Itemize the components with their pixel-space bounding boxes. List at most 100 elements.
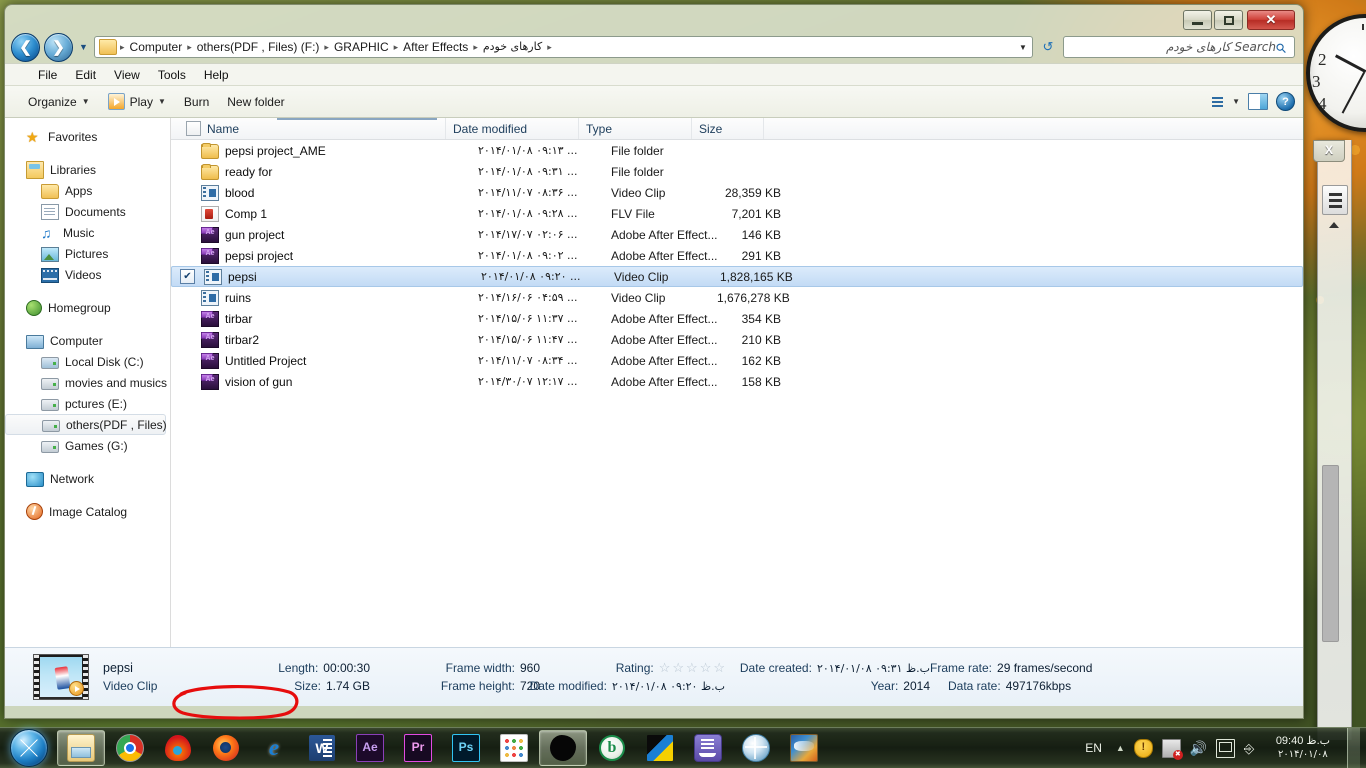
- refresh-icon[interactable]: ↺: [1037, 35, 1059, 59]
- table-row[interactable]: ruins ۲۰۱۴/۱۶/۰۶ ۰۴:۵۹ ... Video Clip 1,676…: [171, 287, 1303, 308]
- taskbar-button-adobe-after-effects[interactable]: Ae: [347, 731, 393, 765]
- breadcrumb[interactable]: ▸ Computer ▸ others(PDF , Files) (F:) ▸ …: [94, 36, 1033, 58]
- table-row[interactable]: ready for ۲۰۱۴/۰۱/۰۸ ۰۹:۳۱ ... File folder: [171, 161, 1303, 182]
- file-name-cell[interactable]: pepsi: [199, 268, 474, 285]
- gadget-scrollbar-thumb[interactable]: [1322, 465, 1339, 642]
- network-icon[interactable]: [1161, 738, 1183, 760]
- menu-edit[interactable]: Edit: [66, 66, 105, 84]
- rating-stars[interactable]: ☆ ☆ ☆ ☆ ☆: [659, 660, 725, 676]
- column-header-name[interactable]: Name: [171, 118, 446, 139]
- close-button[interactable]: ✕: [1247, 10, 1295, 30]
- chevron-down-icon[interactable]: ▼: [1016, 43, 1030, 52]
- column-header-type[interactable]: Type: [579, 118, 692, 139]
- table-row[interactable]: ✔ pepsi ۲۰۱۴/۰۱/۰۸ ۰۹:۲۰ ... Video Clip 1,82…: [171, 266, 1303, 287]
- taskbar-button-maxthon[interactable]: [155, 731, 201, 765]
- minimize-button[interactable]: [1183, 10, 1212, 30]
- help-icon[interactable]: ?: [1276, 92, 1295, 111]
- file-name-cell[interactable]: Comp 1: [196, 205, 471, 222]
- window-titlebar[interactable]: ✕: [5, 5, 1303, 31]
- sidebar-item-pctures-e[interactable]: pctures (E:): [5, 393, 170, 414]
- taskbar-button-google-chrome[interactable]: [107, 731, 153, 765]
- select-all-checkbox[interactable]: [186, 121, 201, 136]
- taskbar-button-adobe-premiere[interactable]: Pr: [395, 731, 441, 765]
- language-indicator[interactable]: EN: [1080, 739, 1107, 757]
- show-desktop-button[interactable]: [1347, 728, 1360, 768]
- chevron-up-icon[interactable]: [1329, 222, 1339, 228]
- taskbar-button-internet-explorer[interactable]: e: [251, 731, 297, 765]
- sidebar-item-videos[interactable]: Videos: [5, 264, 170, 285]
- table-row[interactable]: tirbar ۲۰۱۴/۱۵/۰۶ ۱۱:۳۷ ... Adobe After Ef…: [171, 308, 1303, 329]
- sidebar-item-libraries[interactable]: Libraries: [5, 159, 170, 180]
- view-list-icon[interactable]: [1206, 94, 1224, 110]
- sidebar-item-image-catalog[interactable]: Image Catalog: [5, 501, 170, 522]
- taskbar-button-bitcomet[interactable]: b: [589, 731, 635, 765]
- back-button[interactable]: ❮: [11, 32, 40, 62]
- sidebar-item-apps[interactable]: Apps: [5, 180, 170, 201]
- taskbar-button-windows-explorer[interactable]: [57, 730, 105, 766]
- organize-button[interactable]: Organize ▼: [19, 92, 99, 112]
- menu-tools[interactable]: Tools: [149, 66, 195, 84]
- action-center-icon[interactable]: !: [1133, 738, 1153, 758]
- sidebar-item-games-g[interactable]: Games (G:): [5, 435, 170, 456]
- file-name-cell[interactable]: pepsi project: [196, 247, 471, 264]
- navigation-pane[interactable]: ★ Favorites Libraries Apps Documents ♫ M…: [5, 118, 171, 647]
- chevron-up-icon[interactable]: ▲: [1116, 743, 1125, 753]
- sidebar-item-network[interactable]: Network: [5, 468, 170, 489]
- menu-view[interactable]: View: [105, 66, 149, 84]
- sidebar-item-homegroup[interactable]: Homegroup: [5, 297, 170, 318]
- menu-help[interactable]: Help: [195, 66, 238, 84]
- sidebar-item-documents[interactable]: Documents: [5, 201, 170, 222]
- search-input[interactable]: Search کارهای خودم ⚲: [1063, 36, 1295, 58]
- sidebar-item-computer[interactable]: Computer: [5, 330, 170, 351]
- menu-file[interactable]: File: [29, 66, 66, 84]
- taskbar-button-black-blob-app[interactable]: [539, 730, 587, 766]
- history-dropdown-icon[interactable]: ▼: [77, 34, 90, 61]
- table-row[interactable]: blood ۲۰۱۴/۱۱/۰۷ ۰۸:۳۶ ... Video Clip 28,35…: [171, 182, 1303, 203]
- new-folder-button[interactable]: New folder: [218, 92, 293, 112]
- table-row[interactable]: Comp 1 ۲۰۱۴/۰۱/۰۸ ۰۹:۲۸ ... FLV File 7,201 …: [171, 203, 1303, 224]
- hamburger-icon[interactable]: [1322, 185, 1348, 215]
- breadcrumb-item-drive[interactable]: others(PDF , Files) (F:): [193, 37, 324, 57]
- taskbar-button-adobe-photoshop[interactable]: Ps: [443, 731, 489, 765]
- column-header-date-modified[interactable]: Date modified: [446, 118, 579, 139]
- table-row[interactable]: gun project ۲۰۱۴/۱۷/۰۷ ۰۲:۰۶ ... Adobe Aft…: [171, 224, 1303, 245]
- taskbar-button-ship-app[interactable]: [685, 731, 731, 765]
- forward-button[interactable]: ❯: [44, 32, 73, 62]
- file-name-cell[interactable]: tirbar: [196, 310, 471, 327]
- file-name-cell[interactable]: ready for: [196, 163, 471, 180]
- gadget-close-button[interactable]: X: [1313, 140, 1345, 162]
- taskbar-button-farsi-app[interactable]: [781, 731, 827, 765]
- file-name-cell[interactable]: vision of gun: [196, 373, 471, 390]
- taskbar-button-flag-app[interactable]: [637, 731, 683, 765]
- burn-button[interactable]: Burn: [175, 92, 218, 112]
- play-button[interactable]: Play ▼: [99, 90, 175, 113]
- taskbar-clock[interactable]: 09:40 ب.ظ ۲۰۱۴/۰۱/۰۸: [1270, 734, 1336, 762]
- file-name-cell[interactable]: Untitled Project: [196, 352, 471, 369]
- breadcrumb-item-current[interactable]: کارهای خودم: [479, 37, 546, 57]
- file-name-cell[interactable]: gun project: [196, 226, 471, 243]
- file-name-cell[interactable]: ruins: [196, 289, 471, 306]
- device-icon[interactable]: ⎆: [1244, 740, 1261, 757]
- preview-pane-icon[interactable]: [1248, 93, 1268, 110]
- sidebar-item-others-f[interactable]: others(PDF , Files) (F: [5, 414, 170, 435]
- volume-icon[interactable]: 🔊: [1190, 740, 1207, 757]
- sidebar-item-favorites[interactable]: ★ Favorites: [5, 126, 170, 147]
- table-row[interactable]: tirbar2 ۲۰۱۴/۱۵/۰۶ ۱۱:۴۷ ... Adobe After E…: [171, 329, 1303, 350]
- file-name-cell[interactable]: tirbar2: [196, 331, 471, 348]
- display-icon[interactable]: [1215, 738, 1235, 758]
- column-header-size[interactable]: Size: [692, 118, 764, 139]
- table-row[interactable]: vision of gun ۲۰۱۴/۳۰/۰۷ ۱۲:۱۷ ... Adobe A…: [171, 371, 1303, 392]
- table-row[interactable]: Untitled Project ۲۰۱۴/۱۱/۰۷ ۰۸:۳۴ ... Adob…: [171, 350, 1303, 371]
- taskbar-button-app-grid[interactable]: [491, 731, 537, 765]
- table-row[interactable]: pepsi project ۲۰۱۴/۰۱/۰۸ ۰۹:۰۲ ... Adobe A…: [171, 245, 1303, 266]
- sidebar-item-movies-and-musics[interactable]: movies and musics (: [5, 372, 170, 393]
- file-name-cell[interactable]: pepsi project_AME: [196, 142, 471, 159]
- sidebar-item-local-disk-c[interactable]: Local Disk (C:): [5, 351, 170, 372]
- file-name-cell[interactable]: blood: [196, 184, 471, 201]
- start-button[interactable]: [2, 729, 56, 767]
- taskbar-button-microsoft-word[interactable]: W: [299, 731, 345, 765]
- taskbar-button-mozilla-firefox[interactable]: [203, 731, 249, 765]
- breadcrumb-item-computer[interactable]: Computer: [126, 37, 187, 57]
- file-list-pane[interactable]: Name Date modified Type Size pepsi proje…: [171, 118, 1303, 647]
- taskbar-button-globe-app[interactable]: [733, 731, 779, 765]
